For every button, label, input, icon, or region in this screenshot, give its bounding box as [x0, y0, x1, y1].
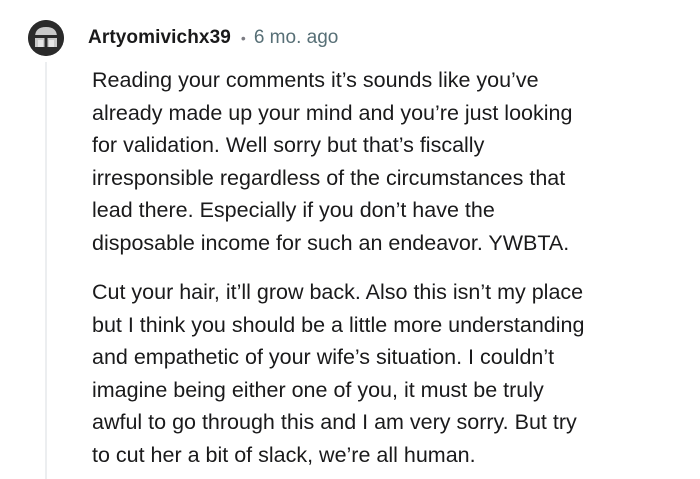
comment-body: Reading your comments it’s sounds like y… [92, 64, 677, 471]
comment-paragraph: Reading your comments it’s sounds like y… [92, 68, 573, 255]
comment: Artyomivichx39 • 6 mo. ago Reading your … [0, 0, 700, 479]
comment-header: Artyomivichx39 • 6 mo. ago [88, 24, 338, 52]
avatar[interactable] [28, 20, 64, 56]
author-name[interactable]: Artyomivichx39 [88, 27, 231, 49]
separator-dot: • [240, 30, 246, 46]
helmet-avatar-icon [28, 20, 64, 56]
timestamp[interactable]: 6 mo. ago [254, 27, 339, 49]
thread-line[interactable] [45, 62, 47, 479]
comment-paragraph: Cut your hair, it’ll grow back. Also thi… [92, 280, 585, 467]
